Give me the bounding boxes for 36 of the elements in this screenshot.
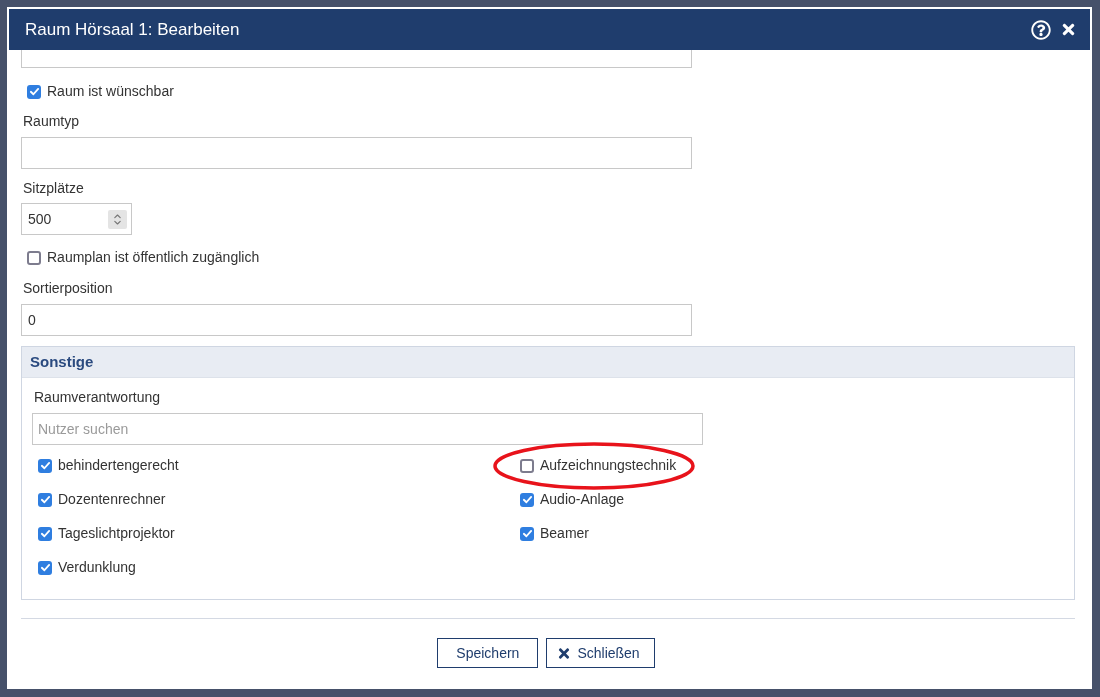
- checkbox-label: Verdunklung: [58, 559, 136, 576]
- checkbox[interactable]: [27, 250, 41, 265]
- checkbox[interactable]: [38, 526, 52, 541]
- close-button[interactable]: Schließen: [546, 638, 655, 668]
- help-icon[interactable]: [1031, 19, 1051, 40]
- checkbox[interactable]: [38, 560, 52, 575]
- number-field[interactable]: 500: [21, 203, 132, 235]
- checkbox-label: Dozentenrechner: [58, 491, 166, 508]
- checkbox-label: Tageslichtprojektor: [58, 525, 175, 542]
- input-field[interactable]: [21, 137, 692, 169]
- dialog-title: Raum Hörsaal 1: Bearbeiten: [25, 18, 240, 41]
- checkbox[interactable]: [520, 458, 534, 473]
- checkbox-label: behindertengerecht: [58, 457, 179, 474]
- field-label: Raumtyp: [22, 113, 81, 130]
- spinner-button[interactable]: [108, 209, 127, 229]
- field-label: Sitzplätze: [22, 180, 85, 197]
- checkbox[interactable]: [27, 84, 41, 99]
- checkbox-label: Audio-Anlage: [540, 491, 625, 508]
- input-field[interactable]: 0: [21, 304, 692, 336]
- checkbox[interactable]: [38, 458, 52, 473]
- checkbox-label: Raum ist wünschbar: [47, 83, 174, 100]
- up-down-chevron-icon: [113, 212, 122, 226]
- field-label: Raumverantwortung: [33, 389, 162, 406]
- checkbox-label: Raumplan ist öffentlich zugänglich: [47, 249, 260, 266]
- save-button[interactable]: Speichern: [437, 638, 539, 668]
- checkbox-label: Aufzeichnungstechnik: [540, 457, 677, 474]
- input-field[interactable]: [21, 50, 692, 68]
- close-icon: [557, 645, 572, 661]
- checkbox-label: Beamer: [540, 525, 590, 542]
- section-title: Sonstige: [30, 351, 94, 372]
- close-icon[interactable]: [1061, 21, 1076, 38]
- checkbox[interactable]: [520, 526, 534, 541]
- checkbox[interactable]: [38, 492, 52, 507]
- field-label: Sortierposition: [22, 280, 114, 297]
- search-field[interactable]: Nutzer suchen: [32, 413, 703, 445]
- checkbox[interactable]: [520, 492, 534, 507]
